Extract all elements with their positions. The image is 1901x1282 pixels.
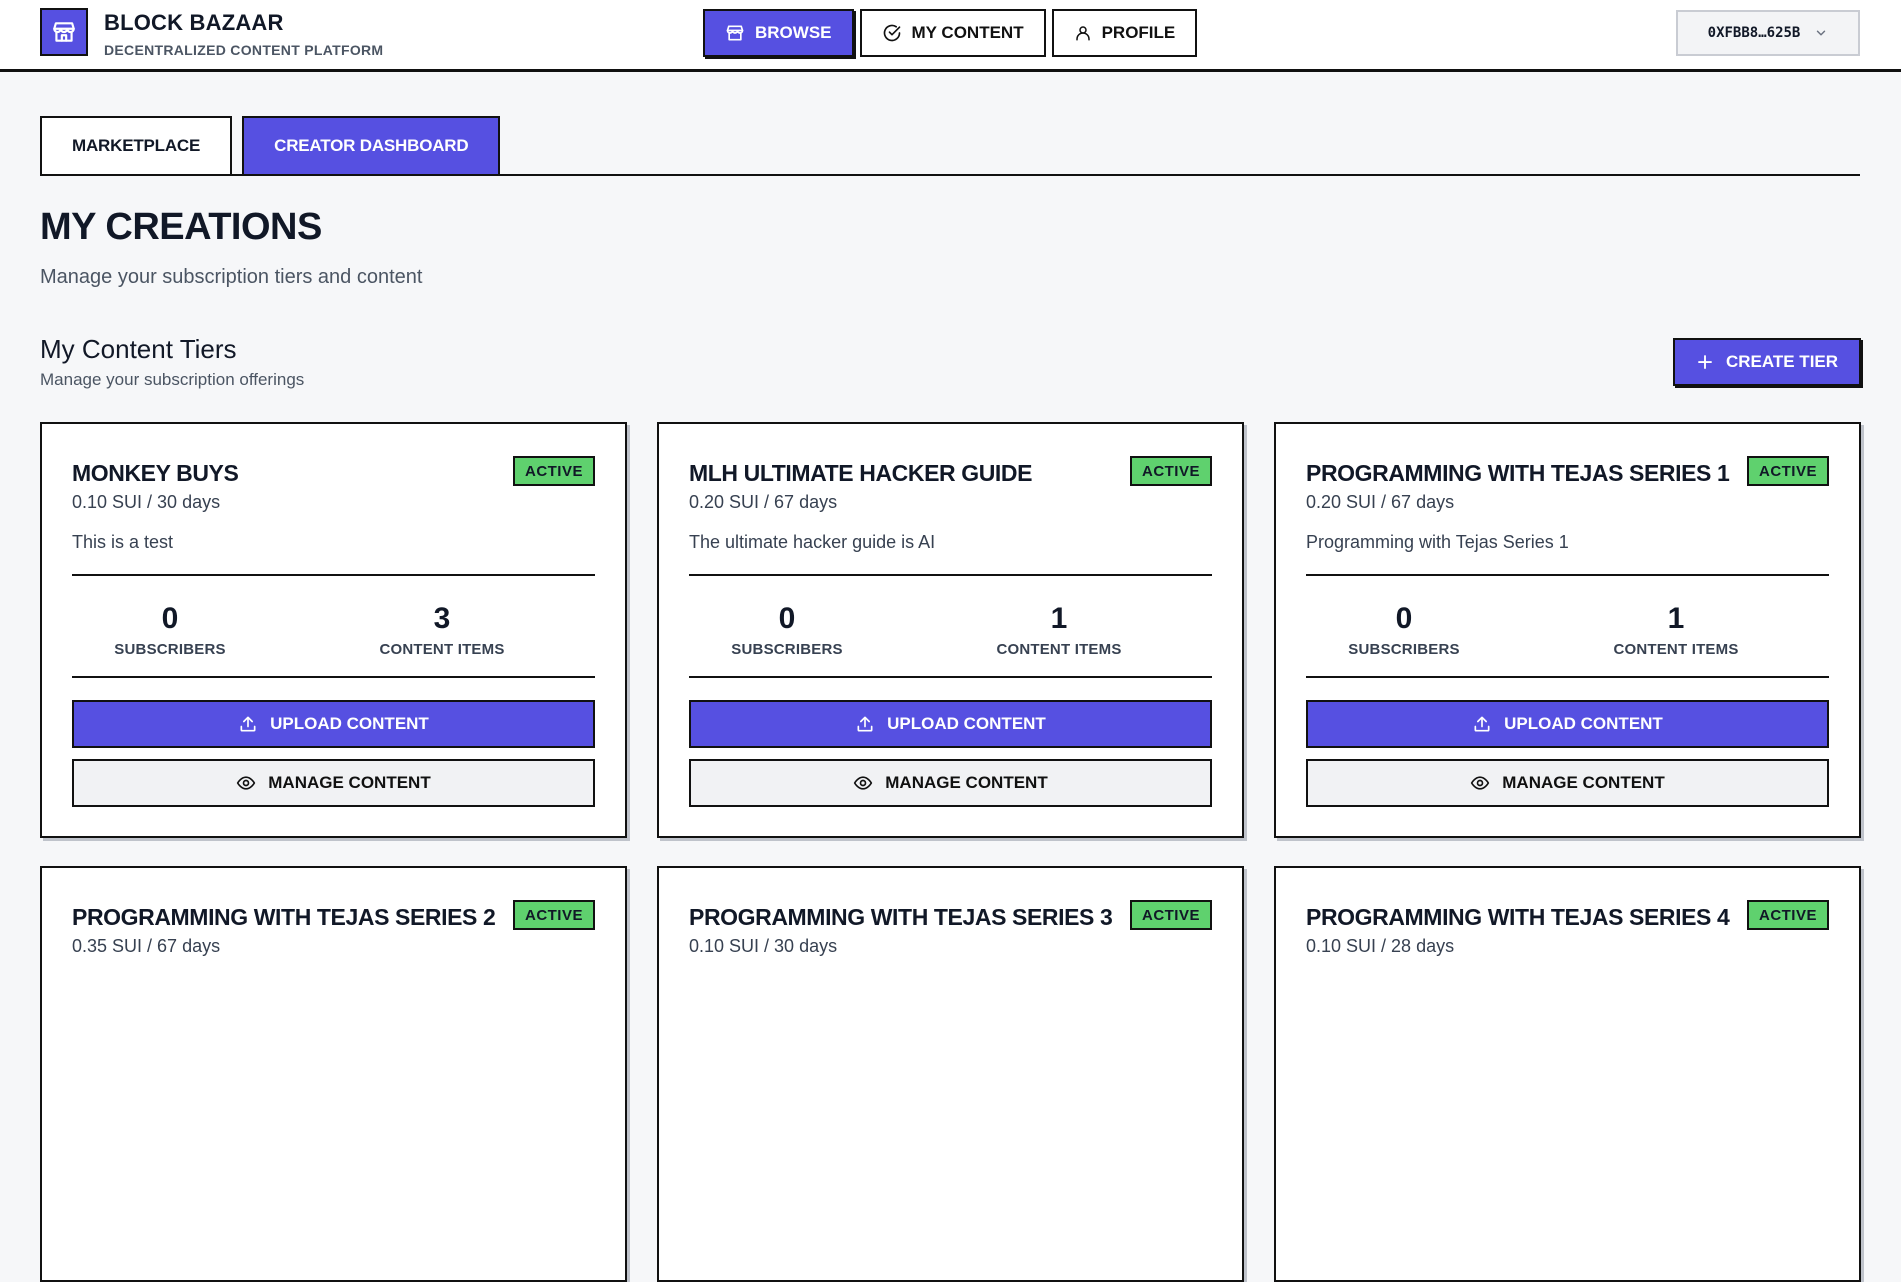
- subscribers-count: 0: [161, 602, 179, 635]
- tabs-divider: [40, 174, 1860, 176]
- tier-price: 0.10 SUI / 28 days: [1306, 936, 1455, 956]
- store-logo-icon[interactable]: [40, 8, 88, 56]
- page-subtitle: Manage your subscription tiers and conte…: [40, 266, 423, 288]
- tier-description: This is a test: [72, 532, 174, 552]
- status-badge: ACTIVE: [512, 900, 595, 930]
- subscribers-label: SUBSCRIBERS: [731, 641, 843, 658]
- content-items-stat: 1 CONTENT ITEMS: [1576, 594, 1776, 658]
- tier-name: PROGRAMMING WITH TEJAS SERIES 2: [72, 904, 496, 930]
- tier-name: PROGRAMMING WITH TEJAS SERIES 3: [689, 904, 1113, 930]
- eye-icon: [236, 773, 256, 793]
- tier-name: PROGRAMMING WITH TEJAS SERIES 1: [1306, 460, 1730, 486]
- tier-name: MONKEY BUYS: [72, 460, 239, 486]
- content-items-count: 3: [433, 602, 451, 635]
- tier-card: PROGRAMMING WITH TEJAS SERIES 4 ACTIVE 0…: [1274, 866, 1861, 1282]
- nav-browse-button[interactable]: BROWSE: [703, 9, 854, 57]
- content-items-stat: 3 CONTENT ITEMS: [342, 594, 542, 658]
- upload-content-button[interactable]: UPLOAD CONTENT: [1306, 700, 1829, 748]
- eye-icon: [1470, 773, 1490, 793]
- manage-content-button[interactable]: MANAGE CONTENT: [72, 759, 595, 807]
- tab-creator-dashboard[interactable]: CREATOR DASHBOARD: [242, 116, 501, 174]
- nav-profile-button[interactable]: PROFILE: [1051, 9, 1198, 57]
- section-title: My Content Tiers: [40, 334, 237, 364]
- tier-name: PROGRAMMING WITH TEJAS SERIES 4: [1306, 904, 1730, 930]
- subscribers-stat: 0 SUBSCRIBERS: [687, 594, 887, 658]
- user-icon: [1074, 24, 1092, 42]
- brand-title: BLOCK BAZAAR: [104, 10, 284, 35]
- manage-content-label: MANAGE CONTENT: [1502, 773, 1665, 792]
- upload-icon: [1472, 714, 1492, 734]
- section-subtitle: Manage your subscription offerings: [40, 370, 305, 389]
- tier-card: PROGRAMMING WITH TEJAS SERIES 1 ACTIVE 0…: [1274, 422, 1861, 838]
- check-circle-icon: [882, 23, 902, 43]
- tier-card: PROGRAMMING WITH TEJAS SERIES 2 ACTIVE 0…: [40, 866, 627, 1282]
- upload-content-label: UPLOAD CONTENT: [1504, 714, 1663, 733]
- nav-my-content-button[interactable]: MY CONTENT: [859, 9, 1046, 57]
- wallet-dropdown[interactable]: 0XFBB8…625B: [1676, 10, 1860, 56]
- tier-price: 0.10 SUI / 30 days: [72, 492, 221, 512]
- subscribers-stat: 0 SUBSCRIBERS: [1304, 594, 1504, 658]
- chevron-down-icon: [1814, 26, 1828, 40]
- status-badge: ACTIVE: [512, 456, 595, 486]
- status-badge: ACTIVE: [1746, 456, 1829, 486]
- card-divider: [689, 574, 1212, 576]
- upload-content-label: UPLOAD CONTENT: [270, 714, 429, 733]
- card-divider: [689, 676, 1212, 678]
- brand-subtitle: DECENTRALIZED CONTENT PLATFORM: [104, 42, 384, 58]
- upload-icon: [855, 714, 875, 734]
- plus-icon: [1696, 353, 1714, 371]
- nav-browse-label: BROWSE: [755, 23, 832, 42]
- tier-description: Programming with Tejas Series 1: [1306, 532, 1569, 552]
- status-badge: ACTIVE: [1129, 900, 1212, 930]
- tier-card: MLH ULTIMATE HACKER GUIDE ACTIVE 0.20 SU…: [657, 422, 1244, 838]
- content-items-label: CONTENT ITEMS: [379, 641, 505, 658]
- upload-content-button[interactable]: UPLOAD CONTENT: [689, 700, 1212, 748]
- upload-content-label: UPLOAD CONTENT: [887, 714, 1046, 733]
- card-divider: [72, 676, 595, 678]
- manage-content-label: MANAGE CONTENT: [885, 773, 1048, 792]
- card-divider: [1306, 574, 1829, 576]
- nav-profile-label: PROFILE: [1101, 23, 1176, 42]
- manage-content-button[interactable]: MANAGE CONTENT: [1306, 759, 1829, 807]
- subscribers-stat: 0 SUBSCRIBERS: [70, 594, 270, 658]
- subscribers-label: SUBSCRIBERS: [114, 641, 226, 658]
- tier-name: MLH ULTIMATE HACKER GUIDE: [689, 460, 1033, 486]
- status-badge: ACTIVE: [1129, 456, 1212, 486]
- content-items-count: 1: [1050, 602, 1068, 635]
- dashboard-tabs: MARKETPLACE CREATOR DASHBOARD: [40, 116, 501, 174]
- tier-price: 0.20 SUI / 67 days: [689, 492, 838, 512]
- tier-description: The ultimate hacker guide is AI: [689, 532, 936, 552]
- tier-price: 0.10 SUI / 30 days: [689, 936, 838, 956]
- card-divider: [1306, 676, 1829, 678]
- tier-card: MONKEY BUYS ACTIVE 0.10 SUI / 30 days Th…: [40, 422, 627, 838]
- tab-marketplace[interactable]: MARKETPLACE: [40, 116, 233, 174]
- main-nav: BROWSE MY CONTENT PROFILE: [703, 9, 1198, 57]
- tier-card: PROGRAMMING WITH TEJAS SERIES 3 ACTIVE 0…: [657, 866, 1244, 1282]
- manage-content-label: MANAGE CONTENT: [268, 773, 431, 792]
- content-items-stat: 1 CONTENT ITEMS: [959, 594, 1159, 658]
- content-items-count: 1: [1667, 602, 1685, 635]
- tier-price: 0.20 SUI / 67 days: [1306, 492, 1455, 512]
- create-tier-label: CREATE TIER: [1725, 352, 1839, 371]
- page-title: MY CREATIONS: [40, 206, 322, 248]
- subscribers-count: 0: [778, 602, 796, 635]
- content-items-label: CONTENT ITEMS: [996, 641, 1122, 658]
- upload-icon: [238, 714, 258, 734]
- create-tier-button[interactable]: CREATE TIER: [1673, 338, 1861, 386]
- top-header: BLOCK BAZAAR DECENTRALIZED CONTENT PLATF…: [0, 0, 1901, 72]
- content-items-label: CONTENT ITEMS: [1613, 641, 1739, 658]
- upload-content-button[interactable]: UPLOAD CONTENT: [72, 700, 595, 748]
- subscribers-label: SUBSCRIBERS: [1348, 641, 1460, 658]
- wallet-address: 0XFBB8…625B: [1707, 25, 1801, 41]
- status-badge: ACTIVE: [1746, 900, 1829, 930]
- tier-cards-grid: MONKEY BUYS ACTIVE 0.10 SUI / 30 days Th…: [40, 422, 1862, 1282]
- tier-price: 0.35 SUI / 67 days: [72, 936, 221, 956]
- nav-my-content-label: MY CONTENT: [911, 23, 1024, 42]
- card-divider: [72, 574, 595, 576]
- subscribers-count: 0: [1395, 602, 1413, 635]
- eye-icon: [853, 773, 873, 793]
- store-icon: [725, 23, 745, 43]
- manage-content-button[interactable]: MANAGE CONTENT: [689, 759, 1212, 807]
